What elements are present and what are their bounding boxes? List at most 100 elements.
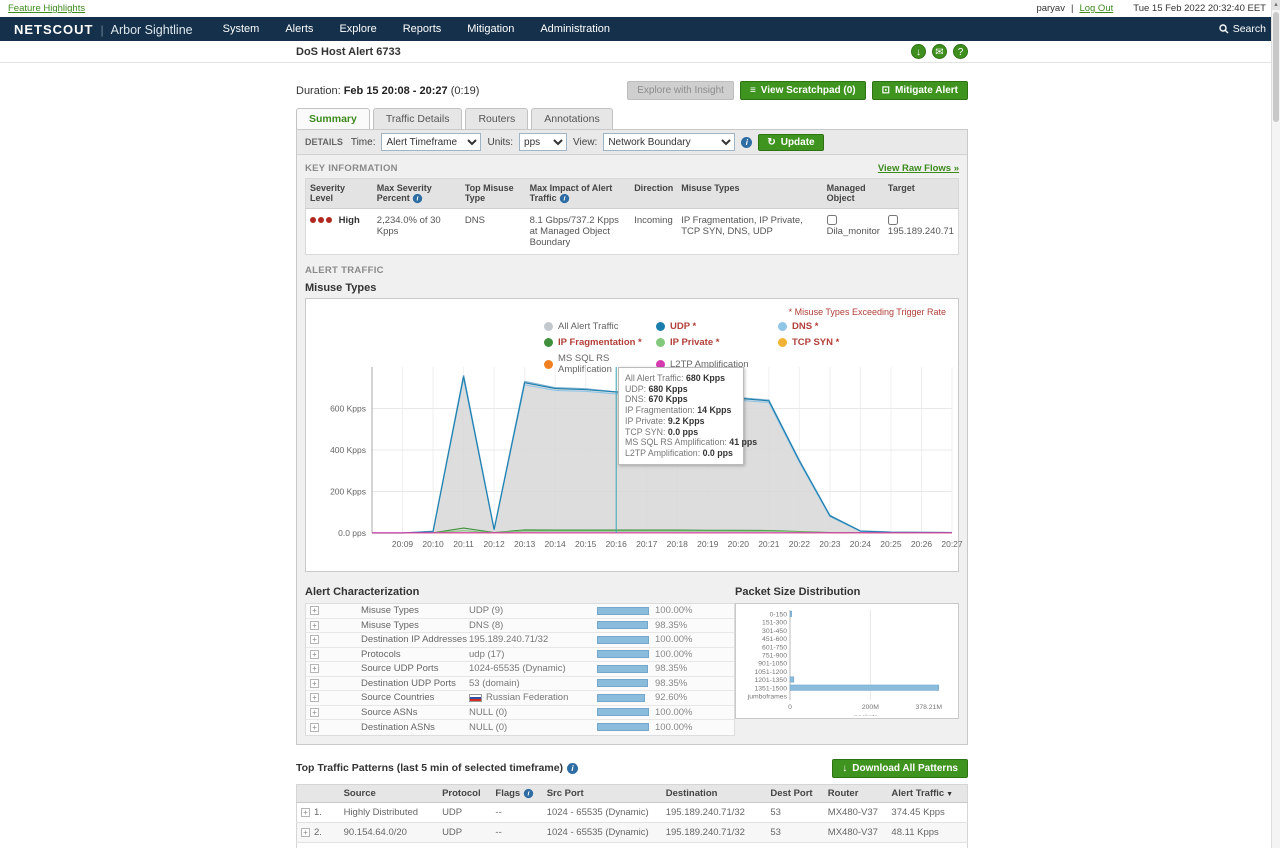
managed-object-checkbox[interactable] [826,215,837,226]
search-button[interactable]: Search [1219,23,1266,35]
expand-icon[interactable]: + [310,664,319,674]
datetime: Tue 15 Feb 2022 20:32:40 EET [1133,3,1266,14]
legend-item-udp[interactable]: UDP * [656,321,778,332]
column-header-destination[interactable]: Destination [661,784,767,803]
view-raw-flows-link[interactable]: View Raw Flows » [878,163,959,174]
expand-icon[interactable]: + [310,707,319,717]
legend-item-ip-private[interactable]: IP Private * [656,337,778,348]
expand-icon[interactable]: + [301,827,310,837]
time-select[interactable]: Alert Timeframe [381,133,482,151]
download-icon[interactable]: ↓ [911,44,926,59]
nav-item-system[interactable]: System [223,23,260,35]
characterization-row-destination-udp-ports: + Destination UDP Ports 53 (domain) 98.35% [306,677,734,691]
column-header-direction[interactable]: Direction [630,178,678,209]
top-patterns-header: Top Traffic Patterns (last 5 min of sele… [296,758,968,778]
column-header-router[interactable]: Router [823,784,888,803]
brand-name: NETSCOUT [14,21,94,37]
expand-icon[interactable]: + [310,722,319,732]
view-select[interactable]: Network Boundary [603,133,736,151]
column-header-expander[interactable] [296,784,340,803]
expand-icon[interactable]: + [310,678,319,688]
svg-text:20:21: 20:21 [758,539,780,549]
brand-logo[interactable]: NETSCOUT | Arbor Sightline [14,22,193,37]
download-arrow-icon: ↓ [842,762,848,774]
nav-item-reports[interactable]: Reports [403,23,442,35]
top-patterns-info-icon[interactable]: i [567,762,579,774]
scratchpad-label: View Scratchpad (0) [760,85,856,96]
tab-summary[interactable]: Summary [296,108,370,129]
tab-annotations[interactable]: Annotations [531,108,613,129]
percent-bar [597,693,646,702]
sort-desc-icon[interactable]: ▼ [944,791,953,798]
column-header-max-impact-of-alert-traffic[interactable]: Max Impact of Alert Traffic i [525,178,631,209]
pattern-row: +2. 90.154.64.0/20 UDP -- 1024 - 65535 (Dyna… [296,822,968,843]
target-checkbox[interactable] [887,215,898,226]
column-header-severity-level[interactable]: Severity Level [305,178,373,209]
units-select[interactable]: pps [519,133,568,151]
percent-bar [597,723,649,732]
key-information-row: High 2,234.0% of 30 Kpps DNS 8.1 Gbps/73… [305,208,959,255]
legend-label: IP Fragmentation * [558,337,642,348]
help-icon[interactable]: ? [953,44,968,59]
percent-bar-track [597,650,649,659]
characterization-row-destination-ip-addresses: + Destination IP Addresses 195.189.240.71/… [306,633,734,648]
view-scratchpad-button[interactable]: ≡ View Scratchpad (0) [739,81,866,100]
column-header-target[interactable]: Target [883,178,959,209]
info-icon[interactable]: i [413,193,423,204]
scrollbar-thumb[interactable] [1273,12,1279,122]
mitigate-label: Mitigate Alert [895,85,958,96]
pattern-flags: -- [491,822,543,843]
expand-icon[interactable]: + [310,693,319,703]
nav-item-alerts[interactable]: Alerts [285,23,313,35]
nav-item-explore[interactable]: Explore [339,23,376,35]
update-button[interactable]: ↻ Update [758,133,824,151]
column-header-managed-object[interactable]: Managed Object [822,178,884,209]
legend-dot [778,322,787,331]
expand-icon[interactable]: + [310,649,319,659]
view-info-icon[interactable]: i [741,136,753,148]
nav-item-mitigation[interactable]: Mitigation [467,23,514,35]
brand-separator: | [100,22,104,37]
tab-routers[interactable]: Routers [465,108,529,129]
flags-info-icon[interactable]: i [523,788,534,798]
tab-traffic-details[interactable]: Traffic Details [372,108,463,129]
characterization-value: NULL (0) [469,721,508,733]
svg-text:20:19: 20:19 [697,539,719,549]
mitigate-alert-button[interactable]: ⊡ Mitigate Alert [871,81,968,100]
legend-item-tcp-syn[interactable]: TCP SYN * [778,337,928,348]
pattern-row-number: +1. [296,802,340,823]
expand-icon[interactable]: + [301,807,310,817]
logout-link[interactable]: Log Out [1079,3,1113,14]
column-header-top-misuse-type[interactable]: Top Misuse Type [460,178,526,209]
column-header-flags[interactable]: Flags i [491,784,543,803]
units-label: Units: [487,136,514,148]
percent-bar-track [597,679,649,688]
legend-item-all-alert-traffic[interactable]: All Alert Traffic [544,321,656,332]
nav-item-administration[interactable]: Administration [540,23,610,35]
page-scrollbar[interactable]: ▲ [1271,0,1280,848]
scrollbar-up-arrow[interactable]: ▲ [1272,0,1280,10]
pattern-alert-traffic: 374.45 Kpps [887,802,968,823]
column-header-misuse-types[interactable]: Misuse Types [677,178,823,209]
column-header-source[interactable]: Source [339,784,439,803]
column-header-dest-port[interactable]: Dest Port [766,784,824,803]
column-header-alert-traffic[interactable]: Alert Traffic ▼ [887,784,968,803]
column-header-protocol[interactable]: Protocol [438,784,492,803]
legend-item-dns[interactable]: DNS * [778,321,928,332]
download-all-patterns-button[interactable]: ↓ Download All Patterns [832,758,968,778]
column-header-max-severity-percent[interactable]: Max Severity Percent i [372,178,461,209]
svg-text:601-750: 601-750 [762,644,787,651]
misuse-types-chart-title: Misuse Types [305,282,377,294]
legend-item-ip-fragmentation[interactable]: IP Fragmentation * [544,337,656,348]
main-content: Duration: Feb 15 20:08 - 20:27 (0:19) Ex… [296,81,968,848]
explore-insight-button[interactable]: Explore with Insight [627,81,734,100]
email-icon[interactable]: ✉ [932,44,947,59]
expand-icon[interactable]: + [310,635,319,645]
percent-label: 98.35% [655,619,688,631]
expand-icon[interactable]: + [310,606,319,616]
feature-highlights-link[interactable]: Feature Highlights [8,3,85,14]
info-icon[interactable]: i [559,193,570,204]
column-header-src-port[interactable]: Src Port [542,784,662,803]
expand-icon[interactable]: + [310,620,319,630]
search-label: Search [1232,23,1266,35]
